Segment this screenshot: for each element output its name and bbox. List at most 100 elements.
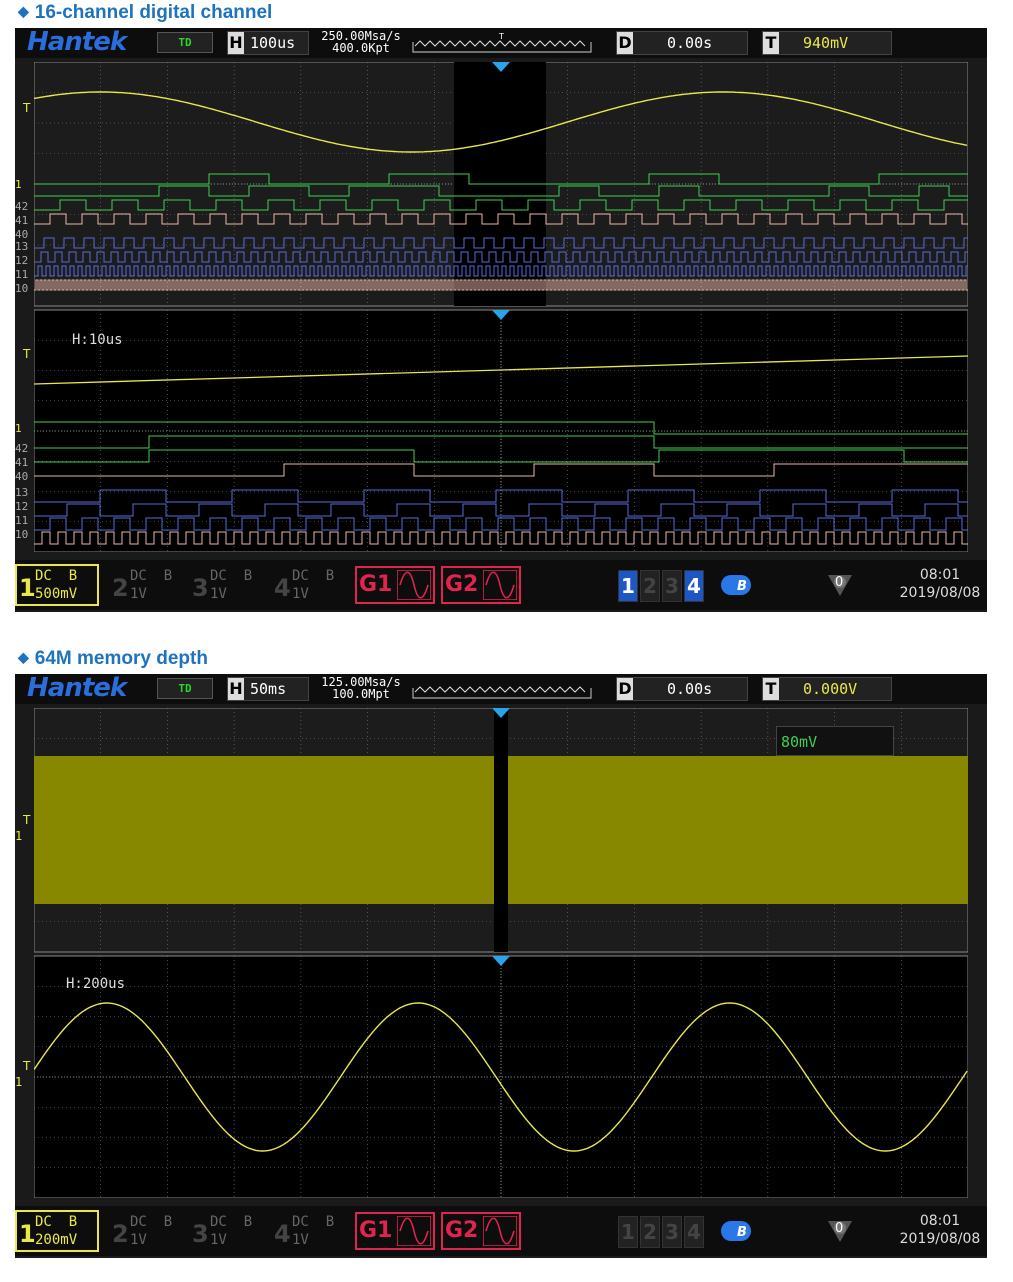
timebase-letter: H [228, 678, 244, 700]
bottom-status-bar: 1 DC B 200mV 2 DC B 1V 3 DC B 1V 4 DC B … [15, 1206, 987, 1256]
trigger-level-marker: T [22, 101, 31, 115]
channel-1-info[interactable]: 1 DC B 200mV [15, 1210, 99, 1252]
trigger-letter: T [763, 678, 779, 700]
memory-depth: 100.0Mpt [332, 687, 390, 701]
channel-2-info[interactable]: 2 DC B 1V [112, 1210, 190, 1252]
generator-2-button[interactable]: G2 [441, 566, 521, 604]
digital-channel-label: 40 [15, 470, 28, 483]
trigger-level-marker: T [22, 1059, 31, 1073]
channel-2-info[interactable]: 2 DC B 1V [112, 564, 190, 606]
digital-channel-label: 10 [15, 528, 28, 541]
digital-group-1[interactable]: 1 [618, 1216, 638, 1248]
digital-group-selector[interactable]: 1 2 3 4 [618, 570, 706, 602]
waveform-display[interactable]: H:200us [34, 708, 968, 1198]
digital-channel-label: 41 [15, 214, 28, 227]
channel-4-info[interactable]: 4 DC B 1V [274, 564, 352, 606]
oscilloscope-screen-1: Hantek TD H 100us 250.00Msa/s 400.0Kpt T… [15, 27, 987, 612]
trigger-position-overview[interactable]: T [411, 32, 593, 54]
trigger-level-control[interactable]: T 0.000V [762, 677, 892, 701]
memory-depth: 400.0Kpt [332, 41, 390, 55]
digital-group-4[interactable]: 4 [684, 1216, 704, 1248]
sine-wave-icon [483, 1216, 517, 1246]
generator-2-button[interactable]: G2 [441, 1212, 521, 1250]
trigger-counter: 0 [825, 572, 855, 598]
clock-time: 08:01 [919, 1213, 961, 1229]
digital-channel-label: 41 [15, 456, 28, 469]
zoom-window-highlight [494, 708, 508, 952]
hantek-logo: Hantek [27, 673, 127, 703]
zoom-timebase-label: H:200us [66, 976, 125, 992]
digital-channel-label: 12 [15, 254, 28, 267]
sine-wave-icon [397, 1216, 431, 1246]
trigger-level-value: 940mV [803, 34, 849, 52]
digital-group-3[interactable]: 3 [662, 570, 682, 602]
clock: 08:01 2019/08/08 [893, 1212, 987, 1248]
channel-markers: 11TT [15, 813, 31, 1089]
mode-badge[interactable]: TD [157, 32, 213, 53]
channel-1-info[interactable]: 1 DC B 500mV [15, 564, 99, 606]
svg-text:B: B [737, 579, 747, 594]
digital-group-selector[interactable]: 1 2 3 4 [618, 1216, 706, 1248]
section-heading-memory: ◆ 64M memory depth [18, 648, 208, 669]
hantek-logo: Hantek [27, 27, 127, 57]
delay-letter: D [617, 32, 633, 54]
digital-channel-label: 42 [15, 442, 28, 455]
digital-channel-label: 42 [15, 200, 28, 213]
trigger-letter: T [763, 32, 779, 54]
bluetooth-icon[interactable]: B [721, 1221, 753, 1241]
clock-time: 08:01 [919, 567, 961, 583]
bluetooth-icon[interactable]: B [721, 575, 753, 595]
digital-group-1[interactable]: 1 [618, 570, 638, 602]
sine-wave-icon [397, 570, 431, 600]
digital-group-3[interactable]: 3 [662, 1216, 682, 1248]
delay-value: 0.00s [667, 680, 713, 698]
clock: 08:01 2019/08/08 [893, 566, 987, 602]
digital-channel-label: 10 [15, 282, 28, 295]
oscilloscope-screen-2: Hantek TD H 50ms 125.00Msa/s 100.0Mpt D … [15, 673, 987, 1258]
channel-3-info[interactable]: 3 DC B 1V [192, 1210, 270, 1252]
digital-channel-label: 13 [15, 240, 28, 253]
digital-channel-label: 13 [15, 486, 28, 499]
digital-channel-label: 11 [15, 268, 28, 281]
digital-channel-label: 12 [15, 500, 28, 513]
trigger-level-control[interactable]: T 940mV [762, 31, 892, 55]
generator-1-button[interactable]: G1 [355, 1212, 435, 1250]
trigger-position-overview[interactable] [411, 678, 593, 700]
trigger-counter: 0 [825, 1218, 855, 1244]
top-status-bar: Hantek TD H 50ms 125.00Msa/s 100.0Mpt D … [15, 673, 987, 704]
digital-group-4[interactable]: 4 [684, 570, 704, 602]
channel-1-marker: 1 [15, 829, 22, 843]
clock-date: 2019/08/08 [899, 585, 981, 601]
waveform-display[interactable]: H:10us [34, 62, 968, 552]
scale-tooltip: 80mV [776, 726, 894, 756]
channel-4-info[interactable]: 4 DC B 1V [274, 1210, 352, 1252]
timebase-value: 50ms [250, 680, 287, 698]
bottom-status-bar: 1 DC B 500mV 2 DC B 1V 3 DC B 1V 4 DC B … [15, 560, 987, 610]
channel-3-info[interactable]: 3 DC B 1V [192, 564, 270, 606]
sine-wave-icon [483, 570, 517, 600]
delay-control[interactable]: D 0.00s [616, 677, 748, 701]
digital-group-2[interactable]: 2 [640, 570, 660, 602]
timebase-letter: H [228, 32, 244, 54]
top-status-bar: Hantek TD H 100us 250.00Msa/s 400.0Kpt T… [15, 27, 987, 58]
diamond-bullet-icon: ◆ [18, 649, 29, 665]
digital-group-2[interactable]: 2 [640, 1216, 660, 1248]
svg-text:T: T [498, 32, 504, 41]
section-heading-digital: ◆ 16-channel digital channel [18, 2, 273, 23]
sample-info: 250.00Msa/s 400.0Kpt [313, 28, 409, 54]
delay-control[interactable]: D 0.00s [616, 31, 748, 55]
mode-badge[interactable]: TD [157, 678, 213, 699]
timebase-control[interactable]: H 50ms [227, 677, 309, 701]
digital-channel-label: 1 [15, 422, 22, 435]
svg-text:B: B [737, 1225, 747, 1240]
zoom-timebase-label: H:10us [72, 332, 123, 348]
timebase-value: 100us [250, 34, 296, 52]
channel-1-marker: 1 [15, 1075, 22, 1089]
diamond-bullet-icon: ◆ [18, 3, 29, 19]
trigger-level-marker: T [22, 347, 31, 361]
timebase-control[interactable]: H 100us [227, 31, 309, 55]
trigger-level-marker: T [22, 813, 31, 827]
delay-value: 0.00s [667, 34, 713, 52]
generator-1-button[interactable]: G1 [355, 566, 435, 604]
channel-markers: 142414013121110142414013121110TT [15, 101, 31, 541]
